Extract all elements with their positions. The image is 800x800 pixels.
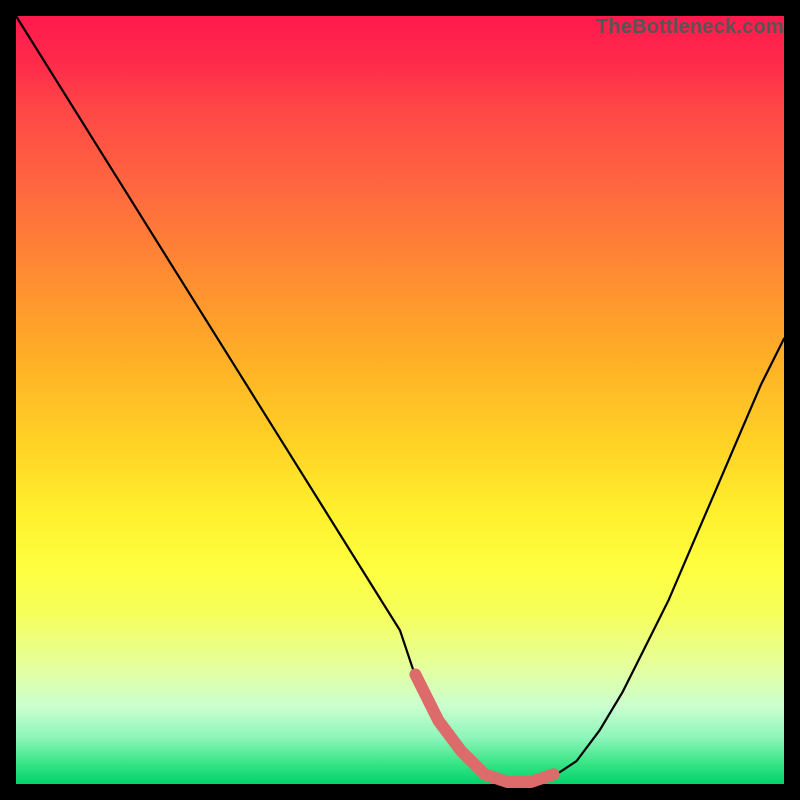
highlight-segment: [415, 675, 553, 783]
bottleneck-curve: [16, 16, 784, 784]
curve-overlay: [16, 16, 784, 784]
